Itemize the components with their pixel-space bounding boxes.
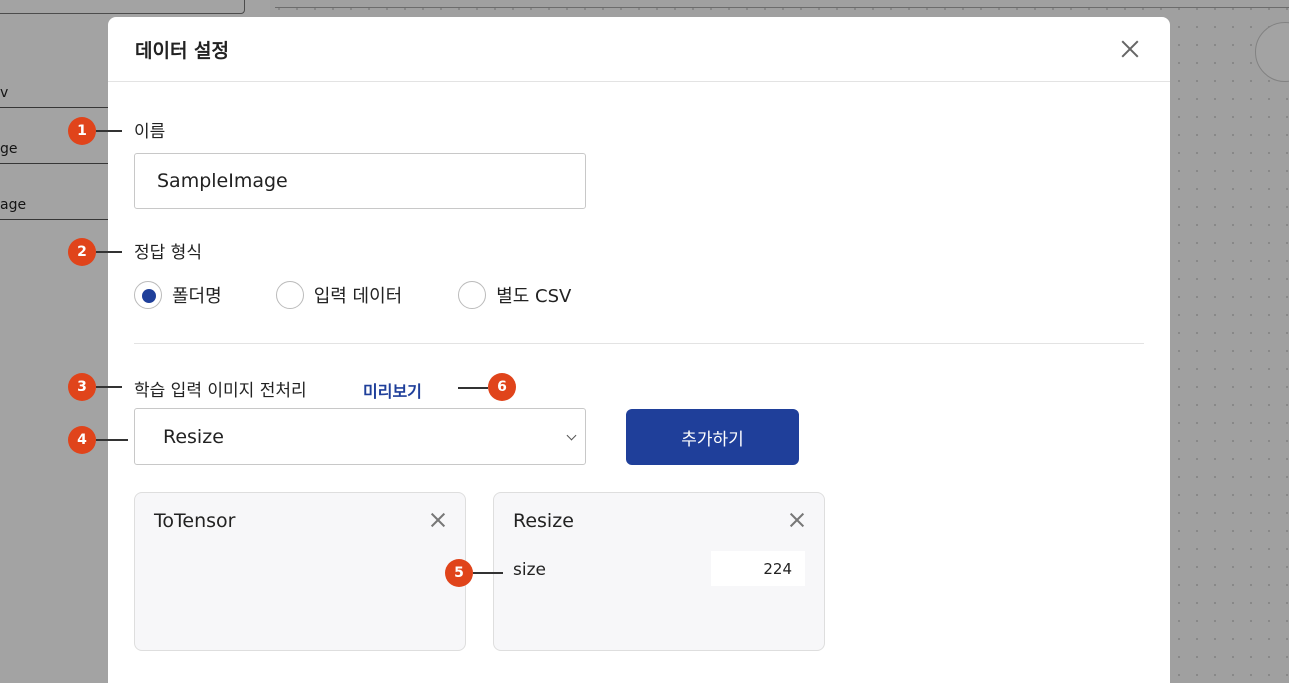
card-title: Resize: [513, 510, 574, 532]
add-button[interactable]: 추가하기: [626, 409, 799, 465]
annotation-leader: [458, 387, 488, 389]
radio-checked-icon: [134, 281, 162, 309]
annotation-leader: [96, 251, 122, 253]
transform-card-resize: Resize size: [493, 492, 825, 651]
annotation-badge: 4: [68, 426, 96, 454]
radio-input-data[interactable]: 입력 데이터: [275, 281, 403, 309]
size-param-label: size: [513, 560, 546, 580]
radio-label: 별도 CSV: [496, 286, 572, 307]
answer-format-radio-group: 폴더명 입력 데이터 별도 CSV: [134, 281, 625, 309]
data-settings-modal: 데이터 설정 이름 정답 형식 폴더명 입력 데이터 별도 CSV 학습 입력 …: [108, 17, 1170, 683]
annotation-leader: [473, 572, 503, 574]
radio-separate-csv[interactable]: 별도 CSV: [458, 281, 571, 309]
radio-label: 입력 데이터: [313, 286, 403, 307]
radio-unchecked-icon: [275, 281, 304, 309]
modal-header: 데이터 설정: [108, 17, 1170, 82]
annotation-badge: 5: [445, 559, 473, 587]
radio-unchecked-icon: [458, 281, 487, 309]
annotation-badge: 2: [68, 238, 96, 266]
close-icon[interactable]: [1118, 37, 1142, 61]
preprocess-select[interactable]: Resize: [134, 408, 586, 465]
annotation-leader: [96, 130, 122, 132]
annotation-badge: 6: [488, 373, 516, 401]
annotation-badge: 3: [68, 373, 96, 401]
transform-card-totensor: ToTensor: [134, 492, 466, 651]
radio-folder-name[interactable]: 폴더명: [134, 281, 222, 309]
section-divider: [134, 343, 1144, 344]
name-label: 이름: [134, 122, 166, 142]
annotation-leader: [96, 386, 122, 388]
name-input[interactable]: [134, 153, 586, 209]
modal-title: 데이터 설정: [135, 39, 230, 62]
preview-link[interactable]: 미리보기: [363, 378, 422, 402]
close-icon[interactable]: [429, 511, 447, 529]
answer-format-label: 정답 형식: [134, 243, 202, 263]
card-title: ToTensor: [154, 510, 236, 532]
size-param-input[interactable]: [711, 551, 805, 586]
preprocess-label: 학습 입력 이미지 전처리: [134, 381, 307, 401]
preprocess-select-value: Resize: [163, 425, 224, 448]
radio-label: 폴더명: [172, 286, 222, 307]
chevron-down-icon: [567, 432, 577, 442]
annotation-leader: [96, 439, 128, 441]
close-icon[interactable]: [788, 511, 806, 529]
annotation-badge: 1: [68, 117, 96, 145]
